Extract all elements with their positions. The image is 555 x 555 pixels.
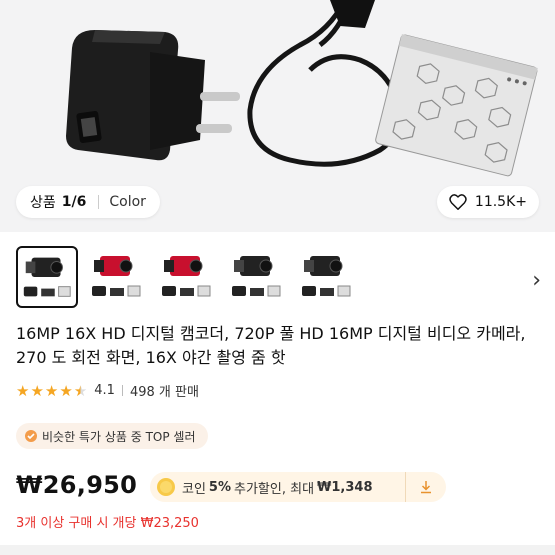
likes-count: 11.5K+	[474, 194, 527, 210]
camcorder-red-thumbnail	[162, 256, 211, 297]
top-seller-badge: 비슷한 특가 상품 중 TOP 셀러	[16, 423, 208, 449]
download-icon	[421, 481, 431, 494]
heart-icon	[449, 194, 467, 210]
price: ₩26,950	[16, 471, 138, 499]
coin-max: ₩1,348	[317, 479, 373, 495]
download-coupon-button[interactable]	[405, 472, 446, 502]
coin-mid: 추가할인, 최대	[234, 481, 315, 497]
star-rating-icon: ★★★★★	[16, 381, 88, 400]
coin-discount-banner[interactable]: 코인 5% 추가할인, 최대 ₩1,348	[150, 472, 446, 502]
camcorder-black-thumbnail	[232, 256, 281, 297]
thumbnail-5[interactable]	[296, 246, 356, 306]
camcorder-black-thumbnail	[302, 256, 351, 297]
divider	[121, 385, 123, 396]
thumbnail-4[interactable]	[226, 246, 286, 306]
thumbnail-2[interactable]	[86, 246, 146, 306]
image-counter-label: 상품	[30, 195, 56, 211]
bulk-offer: 3개 이상 구매 시 개당 ₩23,250	[16, 516, 199, 531]
rating-row[interactable]: ★★★★★ 4.1 498 개 판매	[16, 381, 199, 401]
thumbnail-3[interactable]	[156, 246, 216, 306]
image-counter: 상품 1/6 Color	[16, 186, 160, 218]
camcorder-black-thumbnail	[23, 257, 71, 297]
wishlist-button[interactable]: 11.5K+	[436, 186, 539, 218]
coin-percent: 5%	[208, 479, 231, 495]
divider	[98, 195, 100, 209]
section-divider	[0, 545, 555, 555]
color-label[interactable]: Color	[109, 194, 146, 210]
thumbnail-1[interactable]	[16, 246, 78, 308]
badge-text: 비슷한 특가 상품 중 TOP 셀러	[42, 429, 196, 444]
thumbs-up-icon	[25, 430, 37, 442]
coin-icon	[157, 478, 175, 496]
chevron-right-icon[interactable]: ›	[532, 268, 541, 293]
coin-prefix: 코인	[182, 481, 206, 497]
sold-count: 498 개 판매	[129, 385, 199, 400]
rating-value: 4.1	[94, 383, 115, 398]
thumbnail-strip	[0, 232, 555, 322]
image-counter-value: 1/6	[61, 194, 87, 210]
camcorder-red-thumbnail	[92, 256, 141, 297]
product-title: 16MP 16X HD 디지털 캠코더, 720P 풀 HD 16MP 디지털 …	[16, 324, 526, 367]
